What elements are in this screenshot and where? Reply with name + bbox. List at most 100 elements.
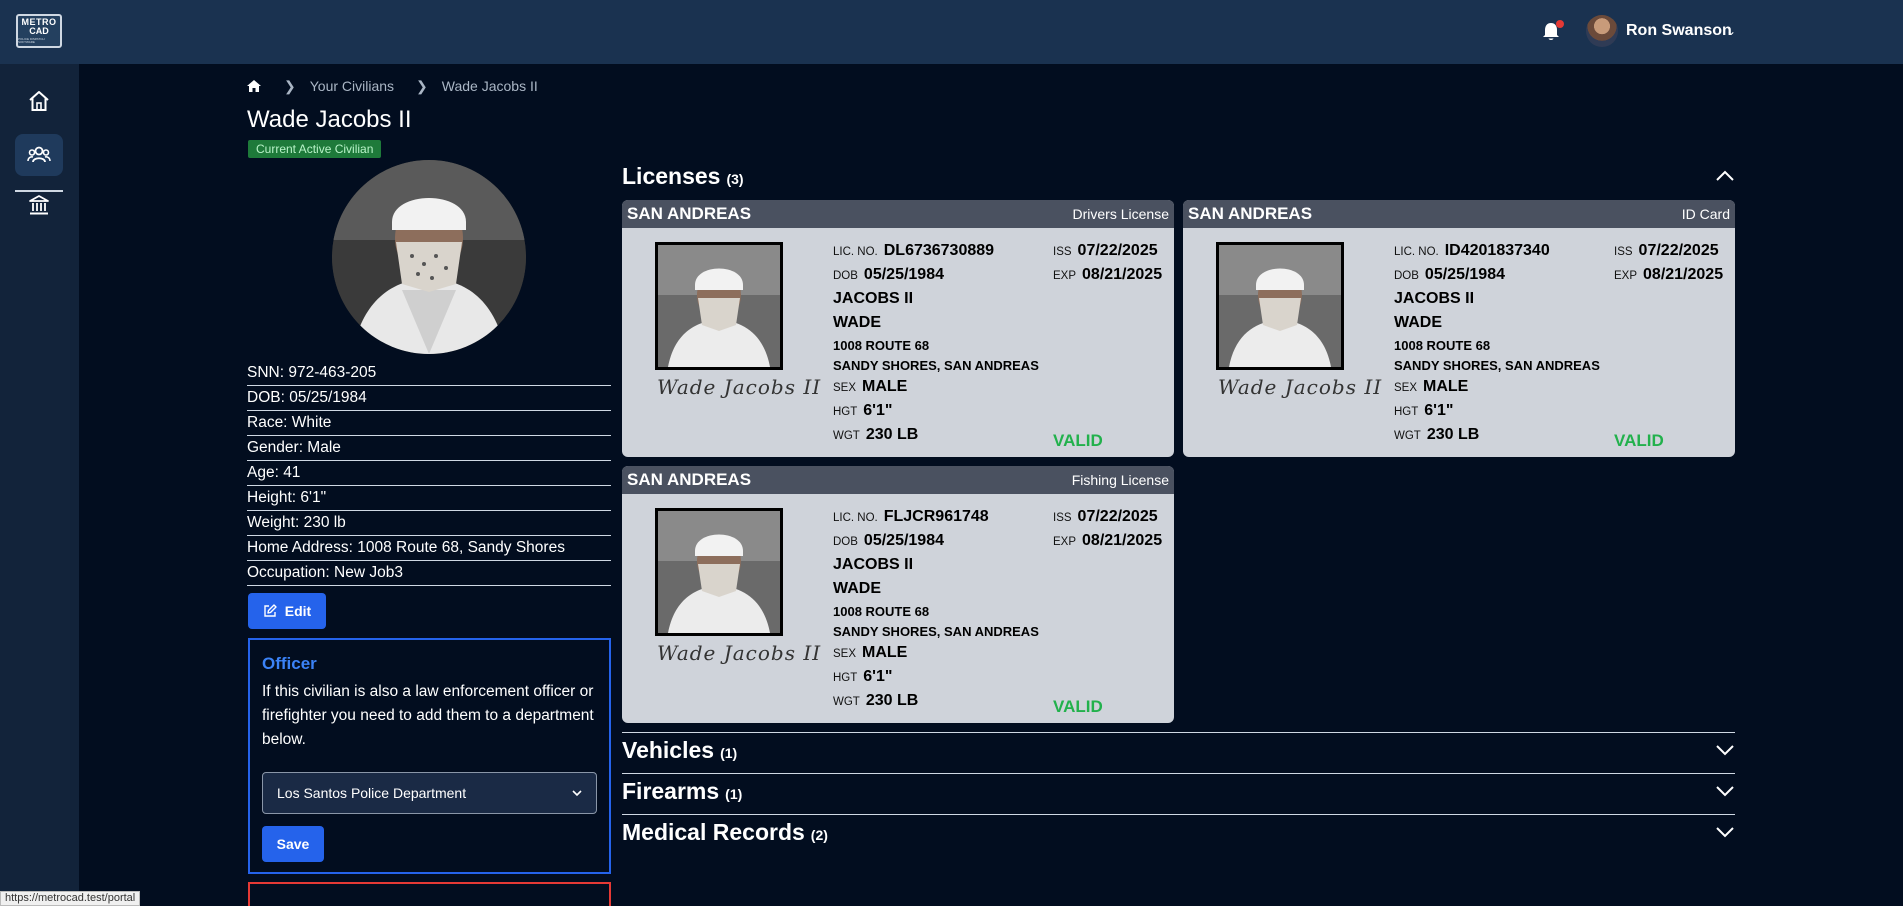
chevron-up-icon[interactable]: [1715, 170, 1735, 182]
chevron-down-icon[interactable]: [1715, 785, 1735, 797]
dob-value: 05/25/1984: [863, 266, 944, 283]
section-divider: [622, 814, 1735, 815]
license-photo: [655, 508, 783, 636]
wgt-label: WGT: [1394, 430, 1421, 442]
hgt-label: HGT: [833, 672, 858, 684]
last-name-value: JACOBS II: [833, 290, 914, 307]
firearms-section-title: Firearms (1): [622, 777, 743, 804]
licenses-section-title: Licenses (3): [622, 162, 744, 189]
iss-value: 07/22/2025: [1638, 242, 1719, 259]
info-gender: Gender: Male: [247, 436, 611, 461]
dob-label: DOB: [1394, 270, 1419, 282]
chevron-down-icon[interactable]: [1715, 826, 1735, 838]
iss-value: 07/22/2025: [1077, 508, 1158, 525]
license-type: Fishing License: [1071, 472, 1169, 488]
app-logo[interactable]: METRO CAD POLICE DISPATCH SOFTWARE: [16, 14, 62, 48]
license-state: SAN ANDREAS: [627, 204, 752, 223]
civilian-portrait: [332, 160, 526, 354]
sex-value: MALE: [862, 378, 908, 395]
chevron-down-icon[interactable]: ⌄: [1726, 24, 1736, 38]
info-dob: DOB: 05/25/1984: [247, 386, 611, 411]
chevron-down-icon[interactable]: [1715, 744, 1735, 756]
wgt-value: 230 LB: [865, 426, 919, 443]
sex-label: SEX: [833, 648, 857, 660]
civilian-info-list: SNN: 972-463-205 DOB: 05/25/1984 Race: W…: [247, 361, 611, 586]
address-line2: SANDY SHORES, SAN ANDREAS: [1394, 358, 1600, 373]
address-line1: 1008 ROUTE 68: [1394, 338, 1491, 353]
edit-button[interactable]: Edit: [248, 593, 326, 629]
license-signature: Wade Jacobs II: [657, 375, 822, 399]
info-age: Age: 41: [247, 461, 611, 486]
exp-value: 08/21/2025: [1643, 266, 1724, 283]
wgt-label: WGT: [833, 696, 860, 708]
save-button[interactable]: Save: [262, 826, 324, 862]
exp-label: EXP: [1053, 536, 1077, 548]
license-signature: Wade Jacobs II: [1218, 375, 1383, 399]
sex-value: MALE: [1423, 378, 1469, 395]
department-select[interactable]: Los Santos Police Department: [262, 772, 597, 814]
address-line1: 1008 ROUTE 68: [833, 338, 930, 353]
dob-label: DOB: [833, 536, 858, 548]
info-address: Home Address: 1008 Route 68, Sandy Shore…: [247, 536, 611, 561]
users-icon: [27, 146, 51, 163]
license-status: VALID: [1053, 697, 1103, 716]
last-name-value: JACOBS II: [833, 556, 914, 573]
first-name-value: WADE: [1394, 314, 1442, 331]
top-bar: METRO CAD POLICE DISPATCH SOFTWARE Ron S…: [0, 0, 1903, 64]
license-dates: ISS 07/22/2025 EXP 08/21/2025: [1053, 508, 1162, 556]
breadcrumb-your-civilians[interactable]: Your Civilians: [310, 78, 394, 94]
breadcrumb: ❯ Your Civilians ❯ Wade Jacobs II: [246, 76, 538, 96]
sex-value: MALE: [862, 644, 908, 661]
license-card: SAN ANDREAS Drivers License Wade Jacobs …: [622, 200, 1174, 457]
license-header: SAN ANDREAS Drivers License: [622, 200, 1174, 228]
info-weight: Weight: 230 lb: [247, 511, 611, 536]
info-ssn: SNN: 972-463-205: [247, 361, 611, 386]
firearms-section-header[interactable]: Firearms (1): [622, 777, 1735, 805]
exp-label: EXP: [1614, 270, 1638, 282]
section-divider: [622, 732, 1735, 733]
exp-value: 08/21/2025: [1082, 266, 1163, 283]
hgt-value: 6'1": [863, 402, 893, 419]
sidebar-item-civilians[interactable]: [15, 134, 63, 176]
license-header: SAN ANDREAS Fishing License: [622, 466, 1174, 494]
danger-zone-panel: [248, 882, 611, 906]
first-name-value: WADE: [833, 314, 881, 331]
chevron-right-icon: ❯: [416, 77, 428, 94]
license-signature: Wade Jacobs II: [657, 641, 822, 665]
license-status: VALID: [1053, 431, 1103, 450]
sidebar-item-home[interactable]: [15, 80, 63, 122]
license-state: SAN ANDREAS: [627, 470, 752, 489]
lic-no-label: LIC. NO.: [833, 246, 878, 258]
address-line2: SANDY SHORES, SAN ANDREAS: [833, 624, 1039, 639]
vehicles-section-header[interactable]: Vehicles (1): [622, 736, 1735, 764]
last-name-value: JACOBS II: [1394, 290, 1475, 307]
license-photo: [655, 242, 783, 370]
medical-section-header[interactable]: Medical Records (2): [622, 818, 1735, 846]
license-header: SAN ANDREAS ID Card: [1183, 200, 1735, 228]
info-occupation: Occupation: New Job3: [247, 561, 611, 586]
status-badge: Current Active Civilian: [248, 140, 382, 158]
user-avatar[interactable]: [1586, 15, 1618, 47]
hgt-value: 6'1": [863, 668, 893, 685]
medical-section-title: Medical Records (2): [622, 818, 828, 845]
home-icon[interactable]: [246, 78, 262, 94]
license-details: LIC. NO. ID4201837340 DOB 05/25/1984 JACOB…: [1394, 242, 1600, 450]
vehicles-section-title: Vehicles (1): [622, 736, 738, 763]
user-name[interactable]: Ron Swanson: [1626, 22, 1732, 40]
officer-panel: Officer If this civilian is also a law e…: [248, 638, 611, 874]
wgt-value: 230 LB: [1426, 426, 1480, 443]
license-card: SAN ANDREAS ID Card Wade Jacobs II LIC. …: [1183, 200, 1735, 457]
exp-value: 08/21/2025: [1082, 532, 1163, 549]
lic-no-value: FLJCR961748: [883, 508, 989, 525]
officer-description: If this civilian is also a law enforceme…: [262, 683, 594, 748]
address-line2: SANDY SHORES, SAN ANDREAS: [833, 358, 1039, 373]
chevron-right-icon: ❯: [284, 77, 296, 94]
first-name-value: WADE: [833, 580, 881, 597]
status-bar-url: https://metrocad.test/portal: [0, 891, 141, 906]
license-status: VALID: [1614, 431, 1664, 450]
licenses-section-header[interactable]: Licenses (3): [622, 162, 1735, 190]
page-title: Wade Jacobs II: [247, 106, 412, 133]
logo-text-2: CAD: [29, 26, 49, 36]
lic-no-label: LIC. NO.: [833, 512, 878, 524]
sidebar-item-departments[interactable]: [15, 184, 63, 226]
